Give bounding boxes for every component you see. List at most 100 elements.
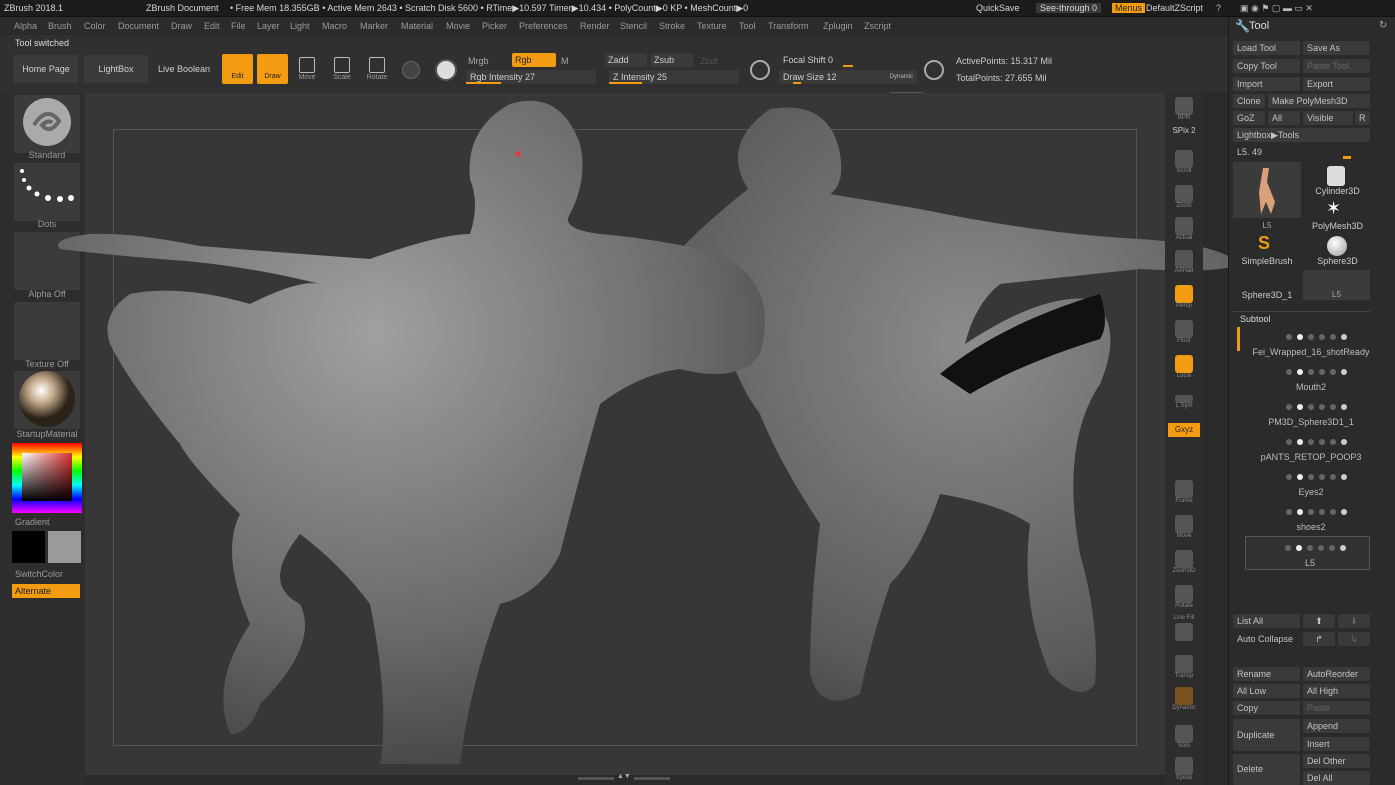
solo-button[interactable]: Solo [1168, 723, 1200, 753]
subtool-row-2[interactable]: Mouth2 [1245, 361, 1370, 395]
z-intensity-slider[interactable]: Z Intensity 25 [609, 70, 739, 84]
goz-r-button[interactable]: R [1355, 111, 1370, 125]
draw-size-slider[interactable]: Draw Size 12 Dynamic [779, 70, 917, 84]
subtool-2-toggles[interactable] [1286, 367, 1366, 375]
lightbox-tools-button[interactable]: Lightbox▶Tools [1233, 128, 1370, 142]
sphere3d-1-label[interactable]: Sphere3D_1 [1233, 290, 1301, 300]
draw-button[interactable]: Draw [257, 54, 288, 84]
menu-tool[interactable]: Tool [739, 21, 756, 31]
copy-subtool-button[interactable]: Copy [1233, 701, 1300, 715]
move-button[interactable]: Move [292, 55, 322, 85]
xpose-button[interactable]: Xpose [1168, 755, 1200, 785]
copy-tool-button[interactable]: Copy Tool [1233, 59, 1300, 73]
scroll-button[interactable]: Scroll [1168, 148, 1200, 178]
subtool-header[interactable]: Subtool [1240, 314, 1271, 324]
refresh-icon[interactable]: ↻ [1379, 20, 1387, 31]
quicksave-button[interactable]: QuickSave [976, 3, 1020, 13]
home-page-button[interactable]: Home Page [14, 55, 78, 83]
subtool-row-7[interactable]: L5 [1245, 536, 1370, 570]
seethrough-slider[interactable]: See-through 0 [1036, 3, 1102, 13]
spix-slider[interactable]: SPix 2 [1168, 126, 1200, 140]
menu-document[interactable]: Document [118, 21, 159, 31]
insert-button[interactable]: Insert [1303, 737, 1370, 751]
menus-button[interactable]: Menus [1112, 3, 1146, 13]
arrow-up-right-icon[interactable]: ↱ [1303, 632, 1335, 646]
list-all-button[interactable]: List All [1233, 614, 1300, 628]
zadd-button[interactable]: Zadd [605, 53, 647, 67]
goz-visible-button[interactable]: Visible [1303, 111, 1353, 125]
dynamic-toggle[interactable]: Dynamic [890, 70, 913, 84]
subtool-5-toggles[interactable] [1286, 472, 1366, 480]
local-button[interactable]: Local [1168, 353, 1200, 383]
menu-picker[interactable]: Picker [482, 21, 507, 31]
focal-shift-slider[interactable]: Focal Shift 0 [779, 53, 917, 67]
goz-button[interactable]: GoZ [1233, 111, 1265, 125]
load-tool-button[interactable]: Load Tool [1233, 41, 1300, 55]
menu-color[interactable]: Color [84, 21, 106, 31]
subtool-row-4[interactable]: pANTS_RETOP_POOP3 [1245, 431, 1370, 465]
import-button[interactable]: Import [1233, 77, 1300, 91]
zoom3d-button[interactable]: Zoom3D [1168, 548, 1200, 578]
menu-stroke[interactable]: Stroke [659, 21, 685, 31]
gxyz-button[interactable]: Gxyz [1168, 423, 1200, 437]
lightbox-button[interactable]: LightBox [84, 55, 148, 83]
menu-transform[interactable]: Transform [768, 21, 809, 31]
help-icon[interactable]: ? [1216, 3, 1221, 13]
subtool-row-5[interactable]: Eyes2 [1245, 466, 1370, 500]
tool-thumb-l5[interactable] [1233, 162, 1301, 218]
default-zscript-button[interactable]: DefaultZScript [1146, 3, 1203, 13]
subtool-row-6[interactable]: shoes2 [1245, 501, 1370, 535]
paste-subtool-button[interactable]: Paste [1303, 701, 1370, 715]
transp-button[interactable]: Transp [1168, 653, 1200, 683]
sphere3d-label[interactable]: Sphere3D [1305, 256, 1370, 266]
menu-brush[interactable]: Brush [48, 21, 72, 31]
tool-slider[interactable]: L5. 49 [1233, 145, 1353, 159]
lsym-button[interactable]: L.Sym [1168, 393, 1200, 423]
menu-macro[interactable]: Macro [322, 21, 347, 31]
menu-render[interactable]: Render [580, 21, 610, 31]
menu-zscript[interactable]: Zscript [864, 21, 891, 31]
linefill-button[interactable]: Line Fill [1168, 615, 1200, 645]
tool-thumb-l5-small[interactable]: L5 [1303, 270, 1370, 300]
rename-button[interactable]: Rename [1233, 667, 1300, 681]
arrow-down-right-icon[interactable]: ↳ [1338, 632, 1370, 646]
rotate-view-button[interactable]: Rotate [1168, 583, 1200, 613]
subtool-1-toggles[interactable] [1286, 332, 1366, 340]
menu-layer[interactable]: Layer [257, 21, 280, 31]
auto-collapse-button[interactable]: Auto Collapse [1233, 632, 1300, 646]
subtool-row-3[interactable]: PM3D_Sphere3D1_1 [1245, 396, 1370, 430]
subtool-4-toggles[interactable] [1286, 437, 1366, 445]
actual-button[interactable]: Actual [1168, 215, 1200, 245]
subtool-6-toggles[interactable] [1286, 507, 1366, 515]
duplicate-button[interactable]: Duplicate [1233, 719, 1300, 751]
sculpted-figure[interactable] [40, 84, 1240, 774]
floor-button[interactable]: Floor [1168, 318, 1200, 348]
cylinder3d-label[interactable]: Cylinder3D [1305, 186, 1370, 196]
save-as-button[interactable]: Save As [1303, 41, 1370, 55]
menu-texture[interactable]: Texture [697, 21, 727, 31]
simplebrush-label[interactable]: SimpleBrush [1233, 256, 1301, 266]
append-button[interactable]: Append [1303, 719, 1370, 733]
zsub-button[interactable]: Zsub [651, 53, 693, 67]
autoreorder-button[interactable]: AutoReorder [1303, 667, 1370, 681]
subtool-3-toggles[interactable] [1286, 402, 1366, 410]
cylinder3d-icon[interactable] [1327, 166, 1345, 186]
all-low-button[interactable]: All Low [1233, 684, 1300, 698]
scale-button[interactable]: Scale [327, 55, 357, 85]
menu-movie[interactable]: Movie [446, 21, 470, 31]
dynamic-view-button[interactable]: Dynamic [1168, 685, 1200, 715]
persp-button[interactable]: Persp [1168, 283, 1200, 313]
menu-alpha[interactable]: Alpha [14, 21, 37, 31]
live-boolean-button[interactable]: Live Boolean [152, 55, 216, 83]
mrgb-button[interactable]: Mrgb [468, 56, 489, 66]
menu-stencil[interactable]: Stencil [620, 21, 647, 31]
menu-draw[interactable]: Draw [171, 21, 192, 31]
zoom-button[interactable]: Zoom [1168, 183, 1200, 213]
all-high-button[interactable]: All High [1303, 684, 1370, 698]
menu-light[interactable]: Light [290, 21, 310, 31]
delete-button[interactable]: Delete [1233, 754, 1300, 785]
bottom-tray-handle[interactable]: ▲▼ [578, 773, 670, 782]
material-swatch-icon[interactable] [402, 61, 420, 79]
menu-edit[interactable]: Edit [204, 21, 220, 31]
rgb-button[interactable]: Rgb [512, 53, 556, 67]
